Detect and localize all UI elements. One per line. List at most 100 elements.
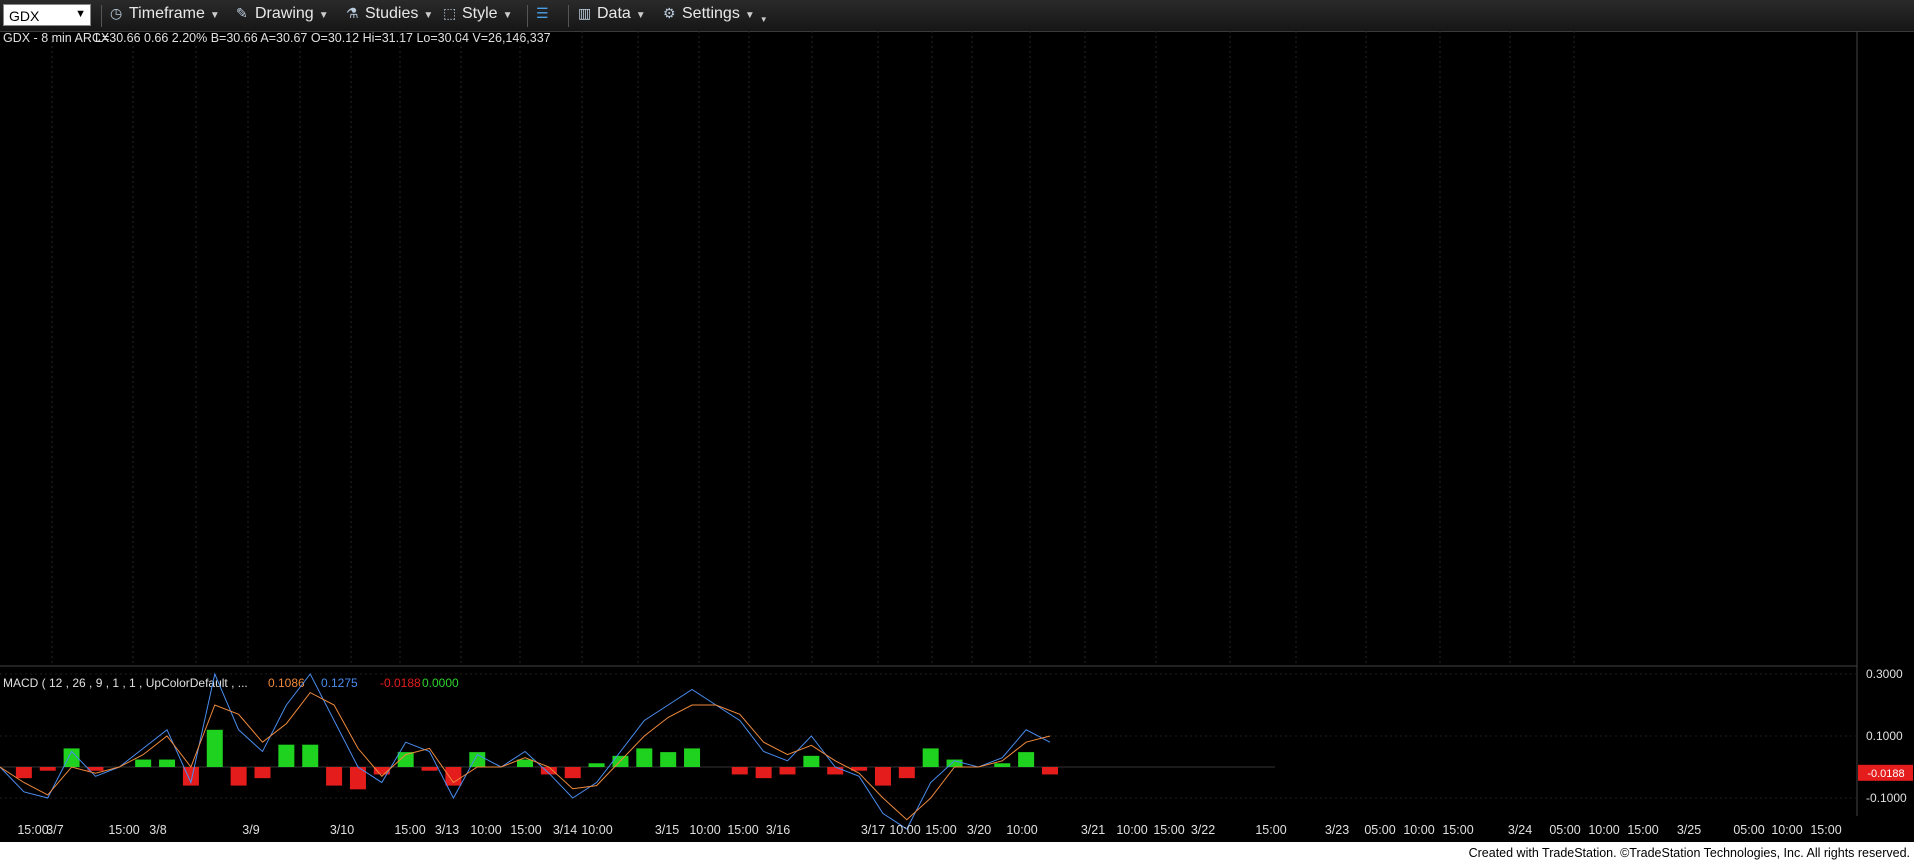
x-tick-label: 3/23 bbox=[1325, 823, 1349, 837]
style-icon: ⬚ bbox=[443, 5, 457, 21]
x-tick-label: 3/7 bbox=[46, 823, 63, 837]
macd-histogram-bar bbox=[898, 767, 915, 779]
macd-value: 0.1275 bbox=[321, 676, 358, 690]
macd-histogram-bar bbox=[660, 752, 677, 767]
studies-menu[interactable]: ⚗ Studies ▼ bbox=[346, 5, 433, 27]
x-tick-label: 3/8 bbox=[149, 823, 166, 837]
drawing-menu[interactable]: ✎ Drawing ▼ bbox=[236, 5, 329, 27]
x-tick-label: 3/24 bbox=[1508, 823, 1532, 837]
symbol-text: GDX bbox=[9, 8, 40, 24]
macd-histogram-bar bbox=[779, 767, 796, 775]
settings-label: Settings bbox=[682, 5, 740, 22]
macd-value: -0.0188 bbox=[380, 676, 421, 690]
x-tick-label: 3/21 bbox=[1081, 823, 1105, 837]
x-tick-label: 15:00 bbox=[1627, 823, 1658, 837]
toolbar-separator bbox=[527, 5, 528, 27]
macd-histogram-bar bbox=[135, 759, 152, 767]
x-tick-label: 05:00 bbox=[1549, 823, 1580, 837]
macd-histogram-bar bbox=[684, 748, 701, 767]
chevron-down-icon: ▼ bbox=[502, 10, 513, 21]
macd-histogram-bar bbox=[755, 767, 772, 779]
layout-icon: ☰ bbox=[536, 5, 549, 21]
macd-histogram-bar bbox=[731, 767, 748, 775]
x-tick-label: 15:00 bbox=[1255, 823, 1286, 837]
macd-histogram-bar bbox=[564, 767, 581, 779]
x-tick-label: 10:00 bbox=[1006, 823, 1037, 837]
chevron-down-icon: ▼ bbox=[318, 10, 329, 21]
x-tick-label: 15:00 bbox=[1442, 823, 1473, 837]
settings-menu[interactable]: ⚙ Settings ▼ ▼ bbox=[663, 5, 768, 27]
drawing-label: Drawing bbox=[255, 5, 314, 22]
symbol-input[interactable]: GDX ▼ bbox=[3, 4, 91, 26]
style-menu[interactable]: ⬚ Style ▼ bbox=[443, 5, 512, 27]
x-tick-label: 10:00 bbox=[1403, 823, 1434, 837]
macd-histogram-bar bbox=[254, 767, 271, 779]
macd-histogram-bar bbox=[517, 759, 533, 767]
macd-tick-label: 0.1000 bbox=[1866, 729, 1903, 743]
studies-label: Studies bbox=[365, 5, 419, 22]
macd-histogram-bar bbox=[302, 744, 319, 767]
gear-icon: ⚙ bbox=[663, 5, 676, 21]
macd-histogram-bar bbox=[922, 748, 939, 767]
pencil-icon: ✎ bbox=[236, 5, 248, 21]
macd-last-label: -0.0188 bbox=[1867, 768, 1904, 780]
macd-tick-label: 0.3000 bbox=[1866, 667, 1903, 681]
layout-button[interactable]: ☰ bbox=[536, 5, 555, 27]
chevron-down-icon: ▼ bbox=[744, 10, 755, 21]
x-tick-label: 15:00 bbox=[510, 823, 541, 837]
macd-histogram-bar bbox=[206, 729, 223, 767]
x-tick-label: 05:00 bbox=[1364, 823, 1395, 837]
copyright-text: Created with TradeStation. ©TradeStation… bbox=[1468, 846, 1910, 860]
x-tick-label: 10:00 bbox=[1116, 823, 1147, 837]
chart-title: GDX - 8 min ARCX bbox=[3, 31, 110, 45]
chevron-down-icon: ▼ bbox=[75, 8, 86, 20]
data-menu[interactable]: ▥ Data ▼ bbox=[578, 5, 646, 27]
x-tick-label: 3/13 bbox=[435, 823, 459, 837]
style-label: Style bbox=[462, 5, 498, 22]
x-tick-label: 05:00 bbox=[1733, 823, 1764, 837]
macd-histogram-bar bbox=[230, 767, 247, 786]
x-tick-label: 3/25 bbox=[1677, 823, 1701, 837]
macd-histogram-bar bbox=[421, 767, 438, 771]
flask-icon: ⚗ bbox=[346, 5, 359, 21]
x-tick-label: 15:00 bbox=[17, 823, 48, 837]
macd-line[interactable] bbox=[0, 672, 1051, 830]
macd-histogram-bar bbox=[39, 767, 56, 771]
macd-histogram-bar bbox=[803, 755, 820, 767]
bar-chart-icon: ▥ bbox=[578, 5, 592, 21]
timeframe-label: Timeframe bbox=[129, 5, 205, 22]
signal-line[interactable] bbox=[0, 691, 1051, 821]
x-tick-label: 3/16 bbox=[766, 823, 790, 837]
macd-histogram-bar bbox=[278, 744, 295, 767]
macd-histogram-bar bbox=[159, 759, 176, 767]
macd-histogram-bar bbox=[588, 763, 605, 767]
footer: Created with TradeStation. ©TradeStation… bbox=[0, 842, 1914, 866]
x-tick-label: 3/14 bbox=[553, 823, 577, 837]
x-tick-label: 3/9 bbox=[242, 823, 259, 837]
chart-area[interactable]: GDX - 8 min ARCXL=30.66 0.66 2.20% B=30.… bbox=[0, 31, 1914, 842]
x-tick-label: 15:00 bbox=[925, 823, 956, 837]
macd-tick-label: -0.1000 bbox=[1866, 791, 1907, 805]
timeframe-menu[interactable]: ◷ Timeframe ▼ bbox=[110, 5, 220, 27]
macd-histogram-bar bbox=[326, 767, 343, 786]
macd-histogram-bar bbox=[636, 748, 653, 767]
chevron-down-icon: ▼ bbox=[635, 10, 646, 21]
macd-title: MACD ( 12 , 26 , 9 , 1 , 1 , UpColorDefa… bbox=[3, 676, 248, 690]
x-tick-label: 15:00 bbox=[108, 823, 139, 837]
x-tick-label: 3/22 bbox=[1191, 823, 1215, 837]
macd-histogram-bar bbox=[827, 767, 844, 775]
x-tick-label: 15:00 bbox=[1153, 823, 1184, 837]
x-tick-label: 10:00 bbox=[470, 823, 501, 837]
macd-histogram-bar bbox=[15, 767, 32, 779]
x-tick-label: 10:00 bbox=[689, 823, 720, 837]
x-tick-label: 10:00 bbox=[581, 823, 612, 837]
x-tick-label: 3/20 bbox=[967, 823, 991, 837]
x-tick-label: 10:00 bbox=[1588, 823, 1619, 837]
x-tick-label: 3/17 bbox=[861, 823, 885, 837]
macd-histogram-bar bbox=[1018, 752, 1035, 767]
macd-histogram-bar bbox=[994, 763, 1011, 767]
chevron-down-icon: ▼ bbox=[209, 10, 220, 21]
macd-value: 0.0000 bbox=[422, 676, 459, 690]
macd-histogram-bar bbox=[1042, 767, 1058, 775]
data-label: Data bbox=[597, 5, 631, 22]
